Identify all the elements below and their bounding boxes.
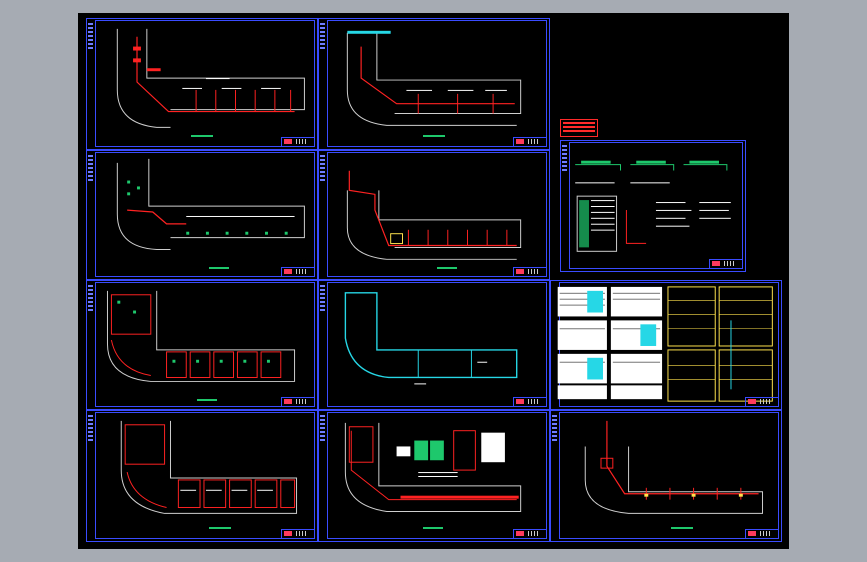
floor-plan-drawing [344,422,522,512]
title-block [745,529,778,538]
drawing-sheet-2[interactable] [318,18,550,150]
drawing-sheet-4[interactable] [318,150,550,280]
title-block [745,397,778,406]
floor-plan-drawing [344,292,518,385]
floor-plan-drawing [584,420,764,514]
legend-box [560,119,598,137]
title-block [709,259,742,268]
drawing-sheet-6[interactable] [86,280,318,410]
floor-plan-drawing [346,170,522,260]
title-block [281,267,314,276]
distribution-tables [557,286,773,402]
title-block [513,137,546,146]
title-block [513,267,546,276]
title-block [513,529,546,538]
drawing-sheet-10[interactable] [318,410,550,542]
title-block [281,137,314,146]
drawing-sheet-11[interactable] [550,410,782,542]
drawing-sheet-5[interactable] [560,140,746,272]
drawing-canvas [78,13,789,549]
floor-plan-drawing [116,28,305,128]
drawing-sheet-9[interactable] [86,410,318,542]
floor-plan-drawing [116,158,305,250]
drawing-sheet-1[interactable] [86,18,318,150]
floor-plan-drawing [346,30,522,126]
drawing-sheet-7[interactable] [318,280,550,410]
drawing-sheet-3[interactable] [86,150,318,280]
title-block [513,397,546,406]
title-block [281,529,314,538]
system-diagram [575,160,731,252]
title-block [281,397,314,406]
drawing-sheet-8[interactable] [550,280,782,410]
floor-plan-drawing [106,290,296,382]
floor-plan-drawing [120,420,298,514]
